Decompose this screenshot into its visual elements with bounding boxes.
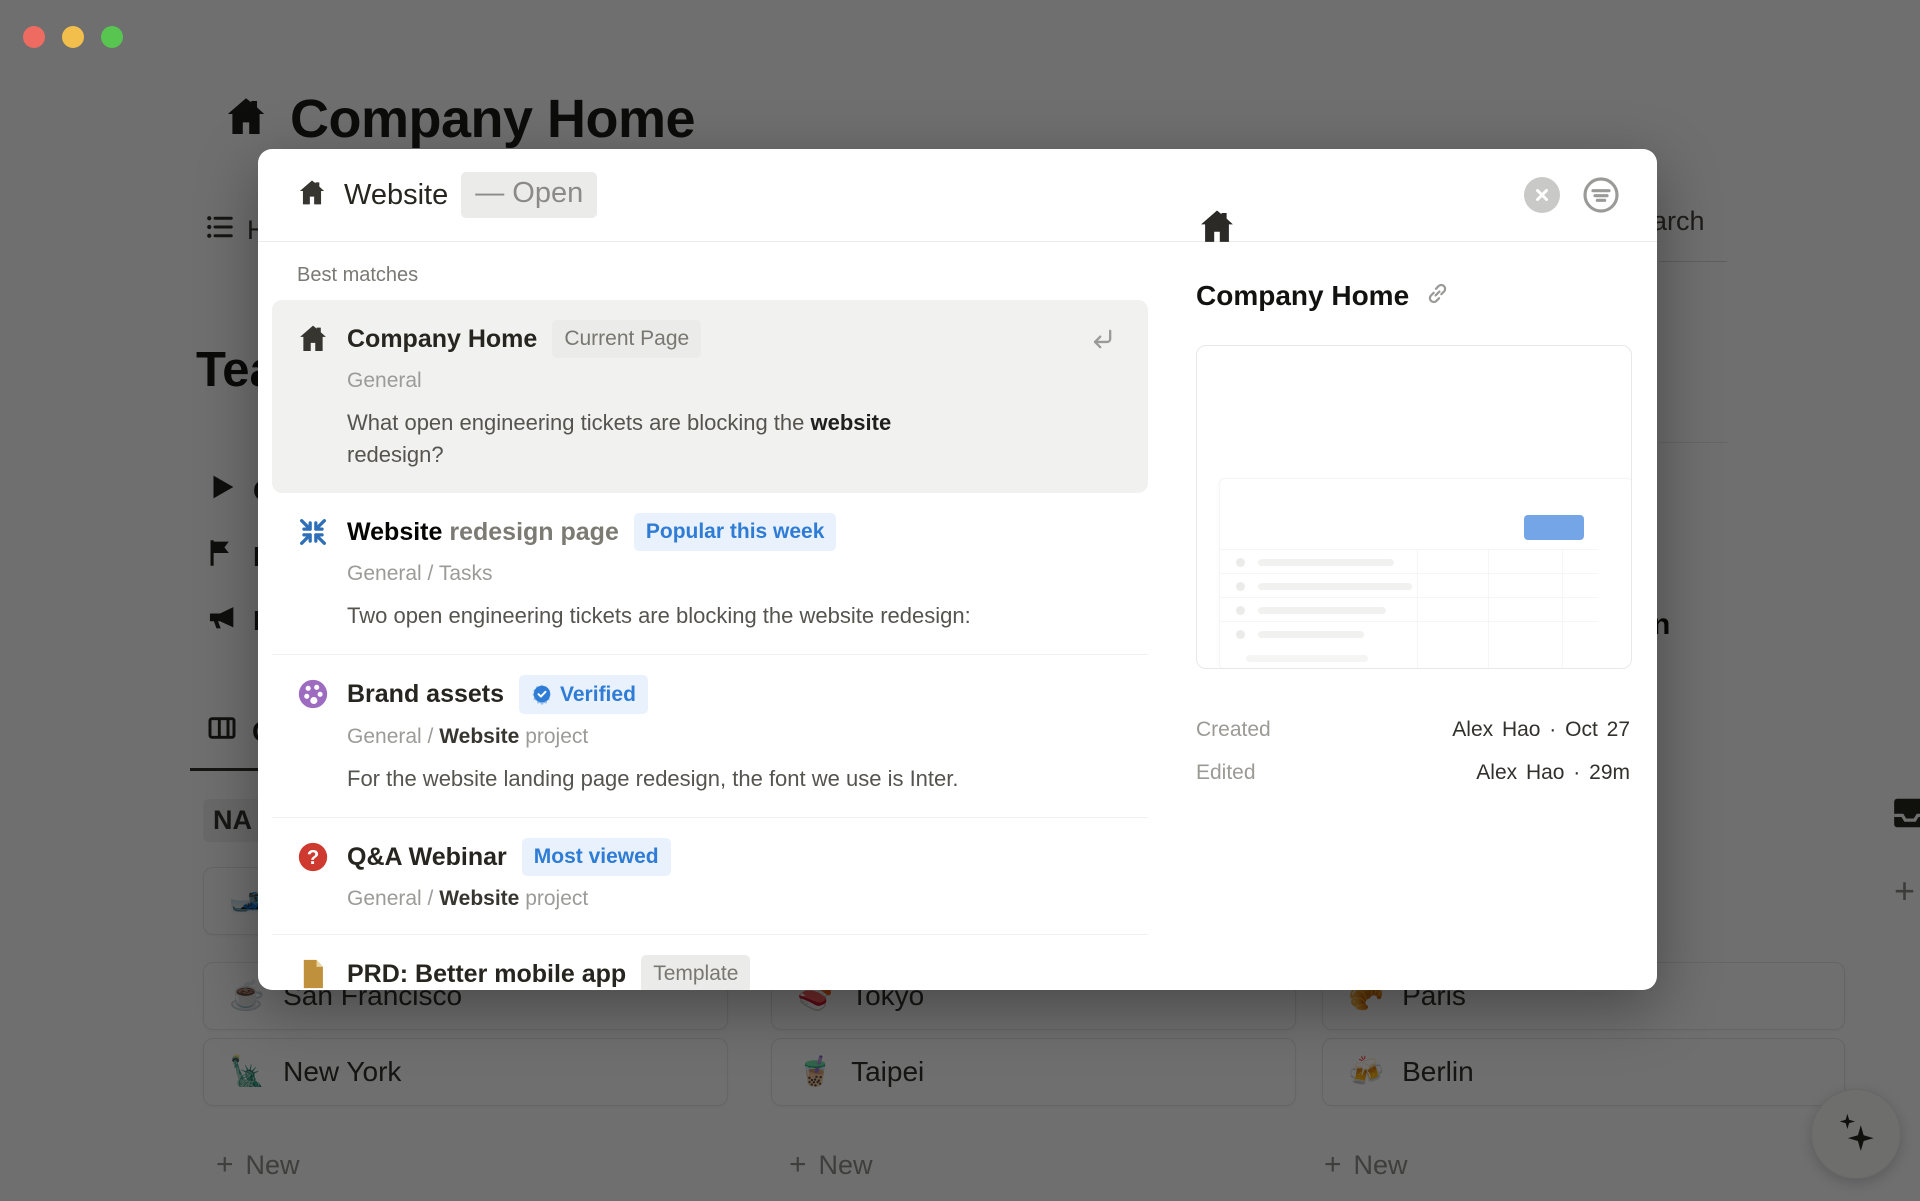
- results-list: Company Home Current Page General What open…: [272, 300, 1148, 990]
- result-breadcrumb: General / Website project: [347, 724, 1124, 750]
- page-preview-mock: [1197, 346, 1631, 668]
- result-title: Q&A Webinar: [347, 841, 507, 874]
- meta-label: Created: [1196, 718, 1271, 742]
- preview-pane: Company Home: [1163, 149, 1657, 990]
- result-snippet: For the website landing page redesign, t…: [347, 763, 1124, 795]
- result-brand-assets[interactable]: Brand assets Verified General / Website pr…: [272, 654, 1148, 817]
- results-section-label: Best matches: [272, 255, 1148, 300]
- question-icon: ?: [296, 838, 330, 912]
- mock-blue-button: [1524, 515, 1584, 540]
- window-controls: [23, 26, 123, 48]
- result-breadcrumb: General / Website project: [347, 886, 1124, 912]
- search-results-pane: Best matches Company Home Current Page Gen…: [258, 243, 1162, 990]
- result-snippet: Two open engineering tickets are blockin…: [347, 600, 1124, 632]
- result-company-home[interactable]: Company Home Current Page General What open…: [272, 300, 1148, 493]
- result-snippet: What open engineering tickets are blocki…: [347, 407, 1124, 471]
- link-icon[interactable]: [1424, 280, 1451, 312]
- result-badge: Current Page: [552, 320, 701, 358]
- result-title: Website redesign page: [347, 516, 619, 549]
- result-qa-webinar[interactable]: ? Q&A Webinar Most viewed General / Website…: [272, 817, 1148, 934]
- search-modal: Website — Open Best matches Company Home…: [258, 149, 1657, 990]
- meta-value: Alex Hao · Oct 27: [1452, 718, 1630, 742]
- enter-key-icon: [1088, 325, 1124, 353]
- result-breadcrumb: General: [347, 368, 1124, 394]
- search-suggestion-chip[interactable]: — Open: [461, 172, 597, 218]
- preview-page-title: Company Home: [1196, 280, 1409, 312]
- meta-label: Edited: [1196, 761, 1256, 785]
- result-title: Company Home: [347, 323, 537, 356]
- zoom-window-button[interactable]: [101, 26, 123, 48]
- screen: Company Home H arch n Tea CMP C NA 🎿 ☕Sa…: [0, 0, 1920, 1201]
- page-meta: Created Alex Hao · Oct 27 Edited Alex Hao ·…: [1196, 718, 1630, 785]
- result-badge: Template: [641, 955, 750, 990]
- home-icon: [296, 320, 330, 471]
- palette-icon: [296, 675, 330, 795]
- verified-seal-icon: [531, 683, 553, 705]
- result-badge: Verified: [519, 675, 648, 714]
- result-website-redesign-page[interactable]: Website redesign page Popular this week Ge…: [272, 493, 1148, 654]
- close-window-button[interactable]: [23, 26, 45, 48]
- page-preview-thumbnail[interactable]: [1196, 345, 1632, 669]
- result-title: PRD: Better mobile app: [347, 958, 626, 991]
- document-icon: [296, 955, 330, 990]
- collapse-icon: [296, 513, 330, 632]
- result-title: Brand assets: [347, 678, 504, 711]
- minimize-window-button[interactable]: [62, 26, 84, 48]
- result-breadcrumb: General / Tasks: [347, 561, 1124, 587]
- svg-text:?: ?: [307, 846, 320, 869]
- result-badge: Popular this week: [634, 513, 837, 551]
- meta-row: Edited Alex Hao · 29m: [1196, 761, 1630, 785]
- home-icon: [1196, 235, 1238, 252]
- search-input[interactable]: Website: [344, 179, 448, 212]
- meta-row: Created Alex Hao · Oct 27: [1196, 718, 1630, 742]
- home-icon: [296, 177, 328, 214]
- result-prd-better-mobile-app[interactable]: PRD: Better mobile appTemplateGeneral / …: [272, 934, 1148, 990]
- result-badge: Most viewed: [522, 838, 671, 876]
- meta-value: Alex Hao · 29m: [1476, 761, 1630, 785]
